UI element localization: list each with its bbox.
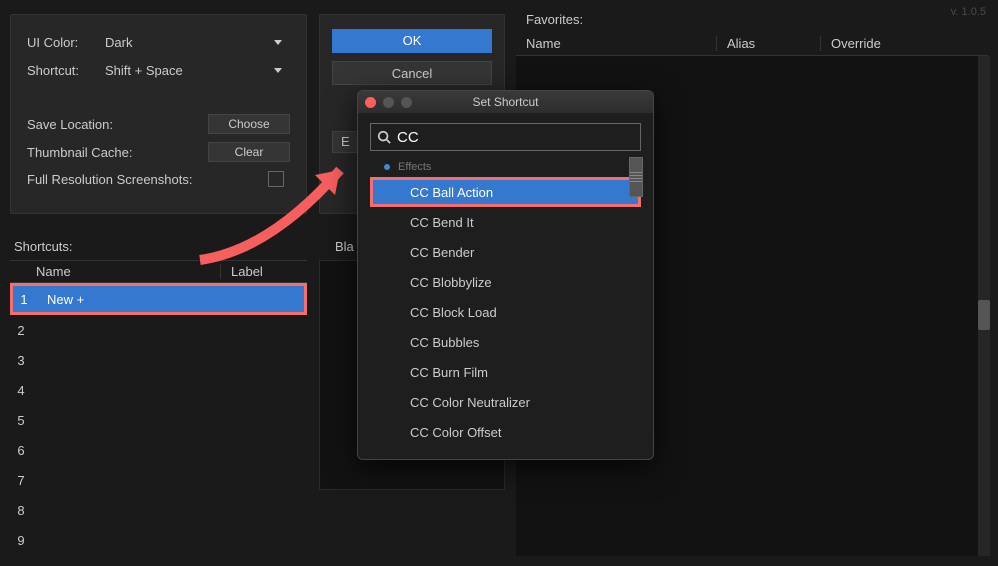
result-item[interactable]: CC Bubbles — [370, 327, 641, 357]
search-input[interactable] — [397, 129, 634, 146]
blacklist-label: Bla — [335, 239, 354, 254]
favorites-col-override: Override — [820, 36, 988, 51]
full-res-label: Full Resolution Screenshots: — [27, 172, 268, 187]
result-item[interactable]: CC Color Neutralizer — [370, 387, 641, 417]
ui-color-label: UI Color: — [27, 35, 97, 50]
row-number: 4 — [10, 383, 32, 398]
results-scrollbar-grip[interactable] — [630, 172, 642, 184]
dialog-title: Set Shortcut — [358, 95, 653, 109]
favorites-col-alias: Alias — [716, 36, 820, 51]
shortcut-row[interactable]: 5 — [10, 405, 307, 435]
result-item[interactable]: CC Burn Film — [370, 357, 641, 387]
ui-color-dropdown[interactable]: Dark — [97, 32, 290, 53]
favorites-col-name: Name — [516, 36, 716, 51]
result-item[interactable]: CC Bender — [370, 237, 641, 267]
results-list: Effects CC Ball ActionCC Bend ItCC Bende… — [370, 157, 641, 452]
choose-button[interactable]: Choose — [208, 114, 290, 134]
shortcut-dropdown[interactable]: Shift + Space — [97, 60, 290, 81]
row-number: 2 — [10, 323, 32, 338]
shortcuts-col-label: Label — [220, 264, 307, 279]
row-number: 1 — [13, 292, 35, 307]
shortcut-row[interactable]: 8 — [10, 495, 307, 525]
result-item[interactable]: CC Block Load — [370, 297, 641, 327]
shortcut-label: Shortcut: — [27, 63, 97, 78]
shortcut-row[interactable]: 7 — [10, 465, 307, 495]
shortcut-row[interactable]: 2 — [10, 315, 307, 345]
clear-button[interactable]: Clear — [208, 142, 290, 162]
row-number: 9 — [10, 533, 32, 548]
shortcuts-section-label: Shortcuts: — [14, 239, 73, 254]
shortcuts-col-name: Name — [30, 264, 220, 279]
search-field-wrap[interactable] — [370, 123, 641, 151]
favorites-header: Name Alias Override — [516, 32, 988, 56]
favorites-scrollbar-thumb[interactable] — [978, 300, 990, 330]
result-item[interactable]: CC Ball Action — [370, 177, 641, 207]
shortcuts-header: Name Label — [10, 261, 307, 283]
shortcut-row[interactable]: 9 — [10, 525, 307, 555]
shortcut-row[interactable]: 4 — [10, 375, 307, 405]
result-item[interactable]: CC Color Offset — [370, 417, 641, 447]
results-group: Effects — [370, 157, 641, 177]
row-number: 3 — [10, 353, 32, 368]
settings-panel: UI Color: Dark Shortcut: Shift + Space S… — [10, 14, 307, 214]
row-number: 7 — [10, 473, 32, 488]
group-dot-icon — [384, 164, 390, 170]
row-number: 8 — [10, 503, 32, 518]
group-label: Effects — [398, 161, 431, 173]
ok-button[interactable]: OK — [332, 29, 492, 53]
shortcut-row[interactable]: 6 — [10, 435, 307, 465]
set-shortcut-dialog: Set Shortcut Effects CC Ball ActionCC Be… — [357, 90, 654, 460]
thumb-cache-label: Thumbnail Cache: — [27, 145, 208, 160]
save-location-label: Save Location: — [27, 117, 208, 132]
shortcut-row[interactable]: 3 — [10, 345, 307, 375]
version-label: v. 1.0.5 — [951, 6, 986, 18]
dialog-titlebar[interactable]: Set Shortcut — [358, 91, 653, 113]
result-item[interactable]: CC Bend It — [370, 207, 641, 237]
cancel-button[interactable]: Cancel — [332, 61, 492, 85]
shortcuts-table: Name Label 1New + 2 3 4 5 6 7 8 9 — [10, 260, 307, 555]
row-number: 6 — [10, 443, 32, 458]
full-res-checkbox[interactable] — [268, 171, 284, 187]
shortcut-row[interactable]: 1New + — [10, 283, 307, 315]
result-item[interactable]: CC Blobbylize — [370, 267, 641, 297]
row-name: New + — [35, 292, 304, 307]
favorites-section-label: Favorites: — [526, 12, 583, 27]
search-icon — [377, 130, 391, 144]
row-number: 5 — [10, 413, 32, 428]
results-scrollbar[interactable] — [629, 157, 643, 197]
